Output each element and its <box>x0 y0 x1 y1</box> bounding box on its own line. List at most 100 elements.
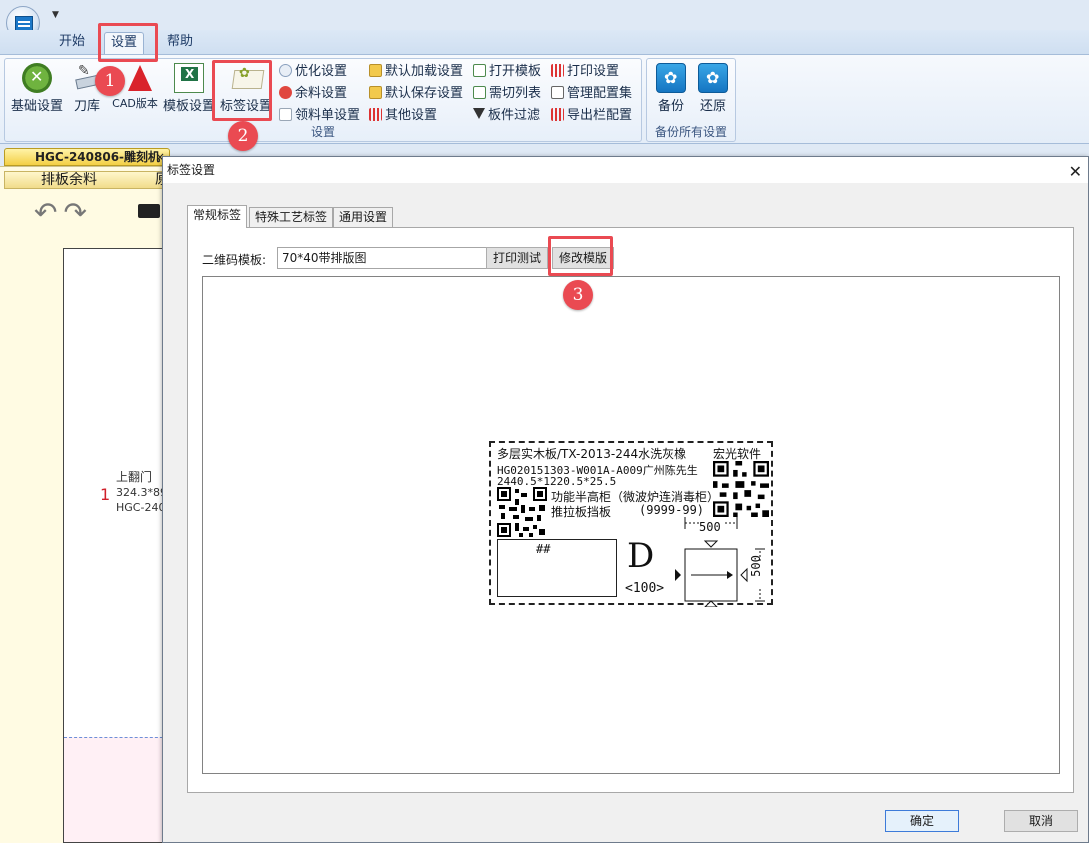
cancel-button[interactable]: 取消 <box>1004 810 1078 832</box>
printer-icon[interactable] <box>138 204 160 218</box>
qr-template-label: 二维码模板: <box>202 253 267 267</box>
label-preview: 多层实木板/TX-2013-244水洗灰橡 宏光软件 HG020151303-W… <box>489 441 773 607</box>
tab-settings[interactable]: 设置 <box>104 32 145 54</box>
ribbon-tab-bar: 开始 设置 帮助 <box>0 30 1089 54</box>
export-sliders-icon <box>551 108 564 121</box>
knife-library-label: 刀库 <box>73 99 100 114</box>
restore-label: 还原 <box>699 99 726 114</box>
label-part: 推拉板挡板 <box>551 505 612 519</box>
export-bar-config-label: 导出栏配置 <box>567 108 633 123</box>
list-icon <box>473 86 486 99</box>
backup-label: 备份 <box>657 99 684 114</box>
remnant-settings-label: 余料设置 <box>295 86 348 101</box>
step-badge-3: 3 <box>563 280 593 310</box>
qr-template-value: 70*40带排版图 <box>282 251 367 265</box>
document-sub-tabs: 排板余料 原 <box>4 171 170 189</box>
optimize-settings-button[interactable]: 优化设置 <box>279 62 347 82</box>
settings-group-label: 设置 <box>310 125 335 139</box>
board-layout-rect: ## <box>497 539 617 597</box>
basic-settings-button[interactable]: 基础设置 <box>9 63 65 114</box>
cad-version-label: CAD版本 <box>112 97 158 110</box>
remnant-icon <box>279 86 292 99</box>
default-save-settings-button[interactable]: 默认保存设置 <box>369 84 463 104</box>
part-number: 1 <box>100 485 111 504</box>
qr-code-right <box>713 461 769 517</box>
dialog-title: 标签设置 <box>167 163 216 177</box>
qr-code-right-graphic <box>713 461 769 517</box>
template-settings-button[interactable]: 模板设置 <box>161 63 217 114</box>
grain-mark: ## <box>536 542 551 556</box>
backup-icon <box>656 63 686 93</box>
step-badge-1: 1 <box>95 66 125 96</box>
basic-settings-label: 基础设置 <box>10 99 63 114</box>
step-badge-2: 2 <box>228 121 258 151</box>
board-filter-label: 板件过滤 <box>488 108 541 123</box>
open-template-button[interactable]: 打开模板 <box>473 62 541 82</box>
backup-group-label: 备份所有设置 <box>654 125 727 139</box>
optimize-settings-label: 优化设置 <box>295 64 348 79</box>
print-settings-button[interactable]: 打印设置 <box>551 62 619 82</box>
app-logo-icon <box>15 16 33 31</box>
general-label-panel: 二维码模板: 70*40带排版图 ﹀ 打印测试 修改模版 多层实木板/TX-20… <box>187 227 1074 793</box>
open-template-label: 打开模板 <box>489 64 542 79</box>
ok-button[interactable]: 确定 <box>885 810 959 832</box>
other-settings-label: 其他设置 <box>385 108 438 123</box>
default-load-settings-button[interactable]: 默认加载设置 <box>369 62 463 82</box>
label-icon <box>231 63 261 93</box>
excel-icon <box>174 63 204 93</box>
backup-button[interactable]: 备份 <box>651 63 691 114</box>
qr-code-left <box>497 487 547 537</box>
label-brand: 宏光软件 <box>713 447 762 461</box>
remnant-settings-button[interactable]: 余料设置 <box>279 84 347 104</box>
tab-common-settings[interactable]: 通用设置 <box>333 207 394 227</box>
excel-small-icon <box>473 64 486 77</box>
template-settings-label: 模板设置 <box>162 99 215 114</box>
qr-template-select[interactable]: 70*40带排版图 ﹀ <box>277 247 507 269</box>
document-tab-title: HGC-240806-雕刻机 <box>35 150 161 164</box>
backup-group: 备份 还原 备份所有设置 <box>646 58 736 142</box>
manage-config-label: 管理配置集 <box>567 86 633 101</box>
dialog-close-icon[interactable]: ✕ <box>1069 159 1082 185</box>
board-part-region <box>64 737 173 842</box>
restore-button[interactable]: 还原 <box>693 63 733 114</box>
label-settings-dialog: 标签设置 ✕ 常规标签 特殊工艺标签 通用设置 二维码模板: 70*40带排版图… <box>162 156 1089 843</box>
print-settings-label: 打印设置 <box>567 64 620 79</box>
label-settings-label: 标签设置 <box>219 99 272 114</box>
manage-config-button[interactable]: 管理配置集 <box>551 84 632 104</box>
tab-start[interactable]: 开始 <box>53 32 91 54</box>
sub-tab-remnant[interactable]: 排板余料 <box>41 172 97 188</box>
restore-icon <box>698 63 728 93</box>
tab-general-label[interactable]: 常规标签 <box>187 205 248 228</box>
folder-save-icon <box>369 86 382 99</box>
default-load-settings-label: 默认加载设置 <box>385 64 464 79</box>
document-tab[interactable]: HGC-240806-雕刻机 × <box>4 148 170 166</box>
clock-icon <box>279 64 292 77</box>
print-test-button[interactable]: 打印测试 <box>486 247 548 269</box>
filter-icon <box>473 108 485 121</box>
ribbon: 基础设置 刀库 CAD版本 模板设置 标签设置 优化设置 余料设置 领料单设置 … <box>0 54 1089 144</box>
cut-list-label: 需切列表 <box>489 86 542 101</box>
quick-access-dropdown-icon[interactable]: ▼ <box>52 10 59 20</box>
folder-open-icon <box>369 64 382 77</box>
modify-template-button[interactable]: 修改模版 <box>552 247 614 269</box>
label-material: 多层实木板/TX-2013-244水洗灰橡 <box>497 447 687 461</box>
document-icon <box>279 108 292 121</box>
label-settings-button[interactable]: 标签设置 <box>217 63 275 114</box>
label-preview-area: 多层实木板/TX-2013-244水洗灰橡 宏光软件 HG020151303-W… <box>202 276 1060 774</box>
cut-list-button[interactable]: 需切列表 <box>473 84 541 104</box>
qr-code-left-graphic <box>497 487 547 537</box>
edge-code: <100> <box>625 581 665 596</box>
sliders-icon <box>369 108 382 121</box>
config-icon <box>551 86 564 99</box>
dimension-diagram <box>675 517 765 607</box>
sheet-board <box>63 248 173 843</box>
edge-letter: D <box>627 536 655 576</box>
print-sliders-icon <box>551 64 564 77</box>
undo-redo-icons[interactable]: ↶↷ <box>34 196 93 229</box>
tab-help[interactable]: 帮助 <box>161 32 199 54</box>
tools-icon <box>22 63 52 93</box>
picking-list-settings-label: 领料单设置 <box>295 108 361 123</box>
default-save-settings-label: 默认保存设置 <box>385 86 464 101</box>
tab-special-process-label[interactable]: 特殊工艺标签 <box>249 207 334 227</box>
dialog-titlebar: 标签设置 ✕ <box>163 157 1088 183</box>
